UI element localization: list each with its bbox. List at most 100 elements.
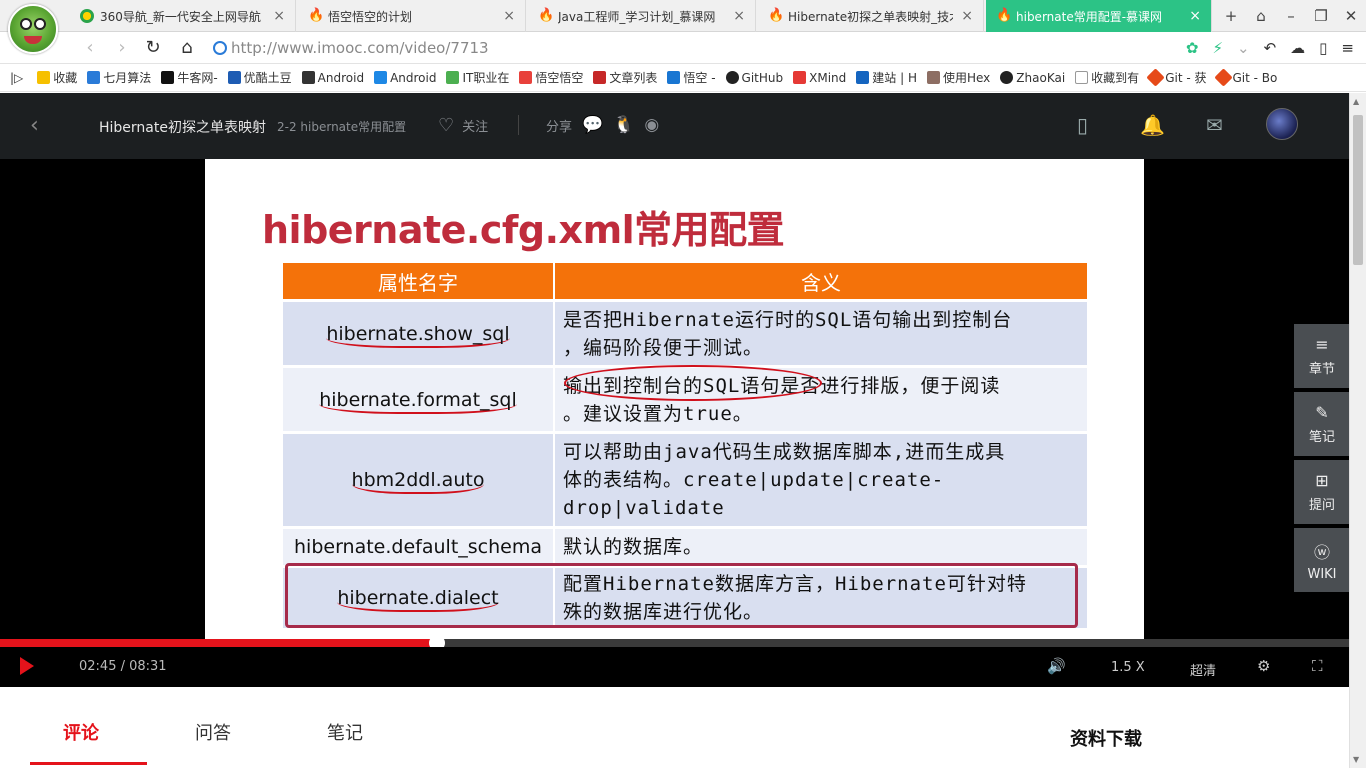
tab-comments[interactable]: 评论 <box>63 719 99 745</box>
video-player[interactable]: hibernate.cfg.xml常用配置 属性名字 含义 hibernate.… <box>0 159 1366 640</box>
close-icon[interactable]: × <box>1189 8 1201 24</box>
back-chevron-icon[interactable]: ‹ <box>30 113 39 138</box>
close-icon[interactable]: × <box>273 8 285 24</box>
bookmark-label: 悟空 - <box>683 71 716 85</box>
quality-button[interactable]: 超清 <box>1190 660 1216 679</box>
undo-icon[interactable]: ↶ <box>1264 39 1277 57</box>
bookmark-item[interactable]: IT职业在 <box>446 69 509 86</box>
scroll-up-icon[interactable]: ▲ <box>1353 97 1359 106</box>
minimize-button[interactable]: – <box>1276 7 1306 25</box>
bookmark-item[interactable]: 悟空悟空 <box>519 69 583 86</box>
property-desc-cell: 是否把Hibernate运行时的SQL语句输出到控制台 ，编码阶段便于测试。 <box>555 302 1087 365</box>
wechat-icon[interactable]: 💬 <box>582 115 603 135</box>
new-tab-button[interactable]: + <box>1216 7 1246 25</box>
bookmark-label: 悟空悟空 <box>535 71 584 85</box>
phone-icon[interactable]: ▯ <box>1319 39 1327 57</box>
page-scrollbar[interactable]: ▲ ▼ <box>1349 93 1366 768</box>
bell-icon[interactable]: 🔔 <box>1140 113 1165 137</box>
desc-line: drop|validate <box>563 497 725 519</box>
bookmark-item[interactable]: XMind <box>793 71 846 85</box>
share-label: 分享 <box>546 119 573 135</box>
bookmark-item[interactable]: 建站 | H <box>856 69 917 86</box>
bookmark-item[interactable]: Git - 获 <box>1146 68 1207 87</box>
follow-button[interactable]: ♡ 关注 <box>438 115 488 136</box>
column-header: 含义 <box>555 263 1087 299</box>
bookmark-item[interactable]: Android <box>374 71 436 85</box>
chapters-button[interactable]: ≡ 章节 <box>1294 324 1350 388</box>
bookmark-item[interactable]: 牛客网- <box>161 69 218 86</box>
tab-qa[interactable]: 问答 <box>195 719 231 745</box>
imooc-flame-icon: 🔥 <box>996 8 1013 23</box>
avatar-eye-icon <box>20 18 32 30</box>
browser-tab[interactable]: 🔥 Java工程师_学习计划_慕课网 × <box>528 0 756 32</box>
close-icon[interactable]: × <box>503 8 515 24</box>
progress-bar[interactable] <box>0 635 1366 651</box>
property-desc-cell: 可以帮助由java代码生成数据库脚本,进而生成具 体的表结构。create|upd… <box>555 434 1087 526</box>
weibo-icon[interactable]: ◉ <box>644 115 659 135</box>
speed-button[interactable]: 1.5 X <box>1111 660 1145 675</box>
user-avatar[interactable] <box>1266 108 1298 140</box>
scroll-thumb[interactable] <box>1353 115 1363 265</box>
mobile-icon[interactable]: ▯ <box>1077 113 1088 137</box>
bookmark-item[interactable]: Git - Bo <box>1213 68 1277 87</box>
bookmark-label: 收藏 <box>53 71 78 85</box>
home-icon[interactable]: ⌂ <box>175 36 199 60</box>
bookmark-item[interactable]: 收藏 <box>37 69 77 86</box>
bookmark-item[interactable]: 七月算法 <box>87 69 151 86</box>
restore-tabs-icon[interactable]: ⌂ <box>1246 7 1276 25</box>
bookmark-item[interactable]: ZhaoKai <box>1000 71 1065 85</box>
bookmark-item[interactable]: GitHub <box>725 71 783 85</box>
play-icon[interactable] <box>20 657 34 675</box>
browser-tab[interactable]: 🔥 悟空悟空的计划 × <box>298 0 526 32</box>
player-controls: 02:45 / 08:31 🔊 1.5 X 超清 ⚙ ⛶ <box>0 647 1366 687</box>
menu-icon[interactable]: ≡ <box>1341 39 1354 57</box>
table-row: hibernate.show_sql 是否把Hibernate运行时的SQL语句… <box>283 302 1087 365</box>
back-arrow-icon[interactable]: ‹ <box>78 36 102 60</box>
bookmarks-toggle-icon[interactable]: |▷ <box>10 71 23 85</box>
follow-label: 关注 <box>462 120 489 135</box>
browser-profile-avatar[interactable] <box>8 4 58 54</box>
tab-notes[interactable]: 笔记 <box>327 719 363 745</box>
cloud-icon[interactable]: ☁ <box>1290 39 1305 57</box>
volume-icon[interactable]: 🔊 <box>1047 657 1066 675</box>
browser-tab[interactable]: 360导航_新一代安全上网导航 × <box>70 0 296 32</box>
browser-tab-active[interactable]: 🔥 hibernate常用配置-慕课网 × <box>986 0 1212 32</box>
address-bar-row: ‹ › ↻ ⌂ http://www.imooc.com/video/7713 … <box>0 32 1366 64</box>
gear-icon[interactable]: ⚙ <box>1257 657 1270 675</box>
bookmark-item[interactable]: 收藏到有 <box>1075 69 1139 86</box>
time-display: 02:45 / 08:31 <box>79 659 167 674</box>
wiki-button[interactable]: ⓦ WIKI <box>1294 528 1350 592</box>
lightning-icon[interactable]: ⚡ <box>1212 39 1223 57</box>
fullscreen-icon[interactable]: ⛶ <box>1312 657 1323 675</box>
bookmark-item[interactable]: 使用Hex <box>926 69 990 86</box>
course-header: ‹ Hibernate初探之单表映射 2-2 hibernate常用配置 ♡ 关… <box>0 93 1366 159</box>
reload-icon[interactable]: ↻ <box>141 36 165 60</box>
course-title[interactable]: Hibernate初探之单表映射 <box>99 117 266 137</box>
bookmark-item[interactable]: 悟空 - <box>667 69 716 86</box>
scroll-down-icon[interactable]: ▼ <box>1353 755 1359 764</box>
ask-button[interactable]: ⊞ 提问 <box>1294 460 1350 524</box>
wiki-icon: ⓦ <box>1313 542 1330 562</box>
close-icon[interactable]: × <box>733 8 745 24</box>
forward-arrow-icon[interactable]: › <box>110 36 134 60</box>
notes-button[interactable]: ✎ 笔记 <box>1294 392 1350 456</box>
dropdown-chevron-icon[interactable]: ⌄ <box>1237 39 1250 57</box>
page-icon <box>1075 71 1089 84</box>
url-field[interactable]: http://www.imooc.com/video/7713 <box>213 38 1113 58</box>
bookmark-label: 建站 | H <box>872 71 917 85</box>
tab-title: Hibernate初探之单表映射_技术: <box>788 9 954 24</box>
qq-icon[interactable]: 🐧 <box>613 115 634 135</box>
close-window-button[interactable]: ✕ <box>1336 7 1366 25</box>
browser-tab[interactable]: 🔥 Hibernate初探之单表映射_技术: × <box>758 0 984 32</box>
security-shield-icon[interactable]: ✿ <box>1186 39 1199 57</box>
downloads-heading: 资料下载 <box>1070 729 1142 750</box>
maximize-button[interactable]: ❐ <box>1306 7 1336 25</box>
bookmark-item[interactable]: 优酷土豆 <box>227 69 292 86</box>
bookmark-icon <box>301 71 315 84</box>
mail-icon[interactable]: ✉ <box>1206 113 1223 137</box>
bookmark-icon <box>161 71 175 84</box>
bookmark-item[interactable]: Android <box>301 71 364 85</box>
bookmark-item[interactable]: 文章列表 <box>593 69 657 86</box>
close-icon[interactable]: × <box>961 8 973 24</box>
content-tabs: 评论 问答 笔记 资料下载 <box>0 687 1349 768</box>
